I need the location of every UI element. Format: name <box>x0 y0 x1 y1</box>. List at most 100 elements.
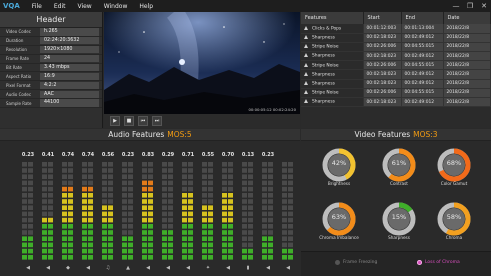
meter-segment <box>22 186 27 192</box>
speaker-icon[interactable]: ✦ <box>198 265 218 271</box>
radio-loss-of-chroma[interactable]: Loss of Chroma <box>417 260 460 265</box>
gauge-label: Sharpness <box>388 235 410 240</box>
speaker-icon[interactable]: ◀ <box>158 265 178 271</box>
radio-label: Frame Freezing <box>343 260 378 265</box>
meter-segment <box>282 230 287 235</box>
menu-bar: VQA File Edit View Window Help — ❐ ✕ <box>0 0 491 12</box>
meter-segment <box>82 255 87 260</box>
speaker-icon[interactable]: ▲ <box>118 265 138 271</box>
meter-segment <box>82 242 87 248</box>
meter-segment <box>242 199 247 204</box>
meter-segment <box>168 224 173 229</box>
meter-segment <box>248 211 253 217</box>
column-start[interactable]: Start <box>363 12 402 24</box>
radio-frame-freezing[interactable]: Frame Freezing <box>335 260 377 265</box>
table-row[interactable]: Stripe Noise 00:02:26:006 00:04:55:015 2018… <box>301 88 491 99</box>
table-row[interactable]: Stripe Noise 00:02:26:006 00:04:55:015 2018… <box>301 42 491 53</box>
meter-segment <box>242 230 247 235</box>
table-row[interactable]: Sharpness 00:02:18:023 00:02:49:012 2018/22… <box>301 97 491 108</box>
feature-name: Stripe Noise <box>312 44 339 50</box>
menu-file[interactable]: File <box>26 3 48 10</box>
meter-segment <box>82 236 87 241</box>
meter-segment <box>242 162 247 167</box>
meter-segment <box>42 230 47 235</box>
date-cell: 2018/22/8 <box>443 33 491 43</box>
meter-segment <box>162 162 167 167</box>
meter-segment <box>288 168 293 173</box>
meter-segment <box>142 180 147 186</box>
meter-segment <box>62 199 67 204</box>
next-button[interactable]: ⏭ <box>152 116 162 126</box>
maximize-button[interactable]: ❐ <box>463 2 477 10</box>
meter-segment <box>268 186 273 192</box>
speaker-icon[interactable]: ◀ <box>138 265 158 271</box>
menu-window[interactable]: Window <box>98 3 134 10</box>
meter-segment <box>242 255 247 260</box>
end-cell: 00:01:13:004 <box>401 24 444 34</box>
video-frame[interactable]: 00:00:05:12 00:02:24:20 <box>104 12 300 114</box>
speaker-icon[interactable]: ◀ <box>178 265 198 271</box>
meter-segment <box>188 242 193 248</box>
table-row[interactable]: Sharpness 00:02:18:023 00:02:49:012 2018/22… <box>301 69 491 80</box>
meter-segment <box>122 193 127 198</box>
meter-segment <box>102 211 107 217</box>
audio-level-label: 0.23 <box>261 152 275 158</box>
meter-segment <box>168 199 173 204</box>
meter-segment <box>88 224 93 229</box>
audio-level-label: 0.83 <box>141 152 155 158</box>
meter-segment <box>268 199 273 204</box>
speaker-icon[interactable]: ◀ <box>278 265 298 271</box>
meter-segment <box>168 193 173 198</box>
speaker-icon[interactable]: ◀ <box>18 265 38 271</box>
meter-segment <box>222 193 227 198</box>
meter-segment <box>82 217 87 223</box>
speaker-icon[interactable]: ▮ <box>238 265 258 271</box>
column-features[interactable]: Features <box>301 12 364 24</box>
menu-edit[interactable]: Edit <box>48 3 72 10</box>
close-button[interactable]: ✕ <box>477 2 491 10</box>
meter-segment <box>128 248 133 254</box>
meter-segment <box>108 242 113 248</box>
menu-help[interactable]: Help <box>133 3 159 10</box>
stop-button[interactable]: ■ <box>124 116 134 126</box>
speaker-icon[interactable]: ◆ <box>58 265 78 271</box>
meter-segment <box>262 230 267 235</box>
play-button[interactable]: ▶ <box>110 116 120 126</box>
meter-segment <box>208 162 213 167</box>
minimize-button[interactable]: — <box>449 2 463 10</box>
date-cell: 2018/22/8 <box>443 60 491 71</box>
table-row[interactable]: Sharpness 00:02:18:023 00:02:49:012 2018/22… <box>301 51 491 62</box>
table-row[interactable]: Sharpness 00:02:18:023 00:02:49:012 2018/22… <box>301 33 491 43</box>
column-date[interactable]: Date <box>443 12 491 24</box>
meter-segment <box>248 162 253 167</box>
table-row[interactable]: Clicks & Pops 00:01:12:003 00:01:13:004 201… <box>301 24 491 34</box>
header-key: Duration <box>6 38 24 44</box>
table-row[interactable]: Stripe Noise 00:02:26:006 00:04:55:015 2018… <box>301 60 491 71</box>
speaker-icon[interactable]: ♫ <box>98 265 118 271</box>
column-end[interactable]: End <box>401 12 444 24</box>
meter-segment <box>182 230 187 235</box>
speaker-icon[interactable]: ◀ <box>218 265 238 271</box>
meter-segment <box>68 236 73 241</box>
previous-button[interactable]: ⏮ <box>138 116 148 126</box>
header-value: 4:2:2 <box>40 81 99 89</box>
table-row[interactable]: Sharpness 00:02:18:023 00:02:49:012 2018/22… <box>301 79 491 89</box>
meter-segment <box>248 186 253 192</box>
meter-segment <box>242 174 247 179</box>
meter-segment <box>182 205 187 210</box>
meter-segment <box>62 224 67 229</box>
menu-view[interactable]: View <box>71 3 97 10</box>
meter-segment <box>148 180 153 186</box>
speaker-icon[interactable]: ◀ <box>38 265 58 271</box>
meter-segment <box>128 199 133 204</box>
feature-name: Clicks & Pops <box>312 26 342 32</box>
meter-segment <box>42 248 47 254</box>
speaker-icon[interactable]: ◀ <box>258 265 278 271</box>
speaker-icon[interactable]: ◀ <box>78 265 98 271</box>
gauge-value: 68% <box>446 159 462 167</box>
meter-segment <box>62 162 67 167</box>
meter-segment <box>148 236 153 241</box>
video-features-header: Video Features MOS:3 <box>301 129 491 141</box>
meter-segment <box>122 224 127 229</box>
meter-segment <box>182 248 187 254</box>
